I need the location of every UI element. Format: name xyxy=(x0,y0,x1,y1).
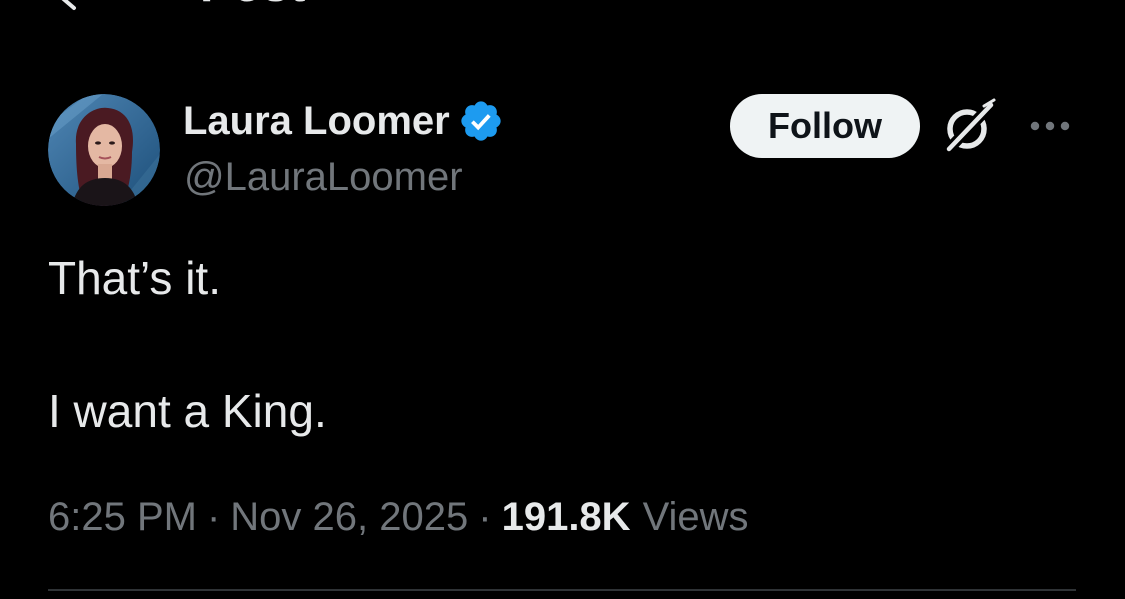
meta-separator: · xyxy=(478,495,492,539)
divider xyxy=(48,589,1076,591)
author-handle[interactable]: @LauraLoomer xyxy=(184,154,463,200)
avatar[interactable] xyxy=(48,94,160,206)
post-time[interactable]: 6:25 PM xyxy=(48,492,197,542)
page-title: Post xyxy=(200,0,306,10)
top-header: Post xyxy=(0,0,1125,14)
post-date[interactable]: Nov 26, 2025 xyxy=(230,492,468,542)
views-label: Views xyxy=(642,495,749,539)
avatar-image xyxy=(48,94,160,206)
display-name-row[interactable]: Laura Loomer xyxy=(183,98,504,144)
follow-button[interactable]: Follow xyxy=(730,94,920,158)
post-meta: 6:25 PM · Nov 26, 2025 · 191.8K Views xyxy=(48,492,749,542)
more-options-icon[interactable] xyxy=(1026,108,1074,144)
back-arrow-icon[interactable] xyxy=(52,0,92,16)
post-text-line-1: That’s it. xyxy=(48,252,221,304)
post-text-line-2: I want a King. xyxy=(48,385,327,437)
display-name[interactable]: Laura Loomer xyxy=(183,98,450,144)
verified-badge-icon xyxy=(461,101,501,141)
grok-icon[interactable] xyxy=(940,98,1000,156)
meta-separator: · xyxy=(206,495,221,539)
views-count[interactable]: 191.8K xyxy=(502,492,631,542)
